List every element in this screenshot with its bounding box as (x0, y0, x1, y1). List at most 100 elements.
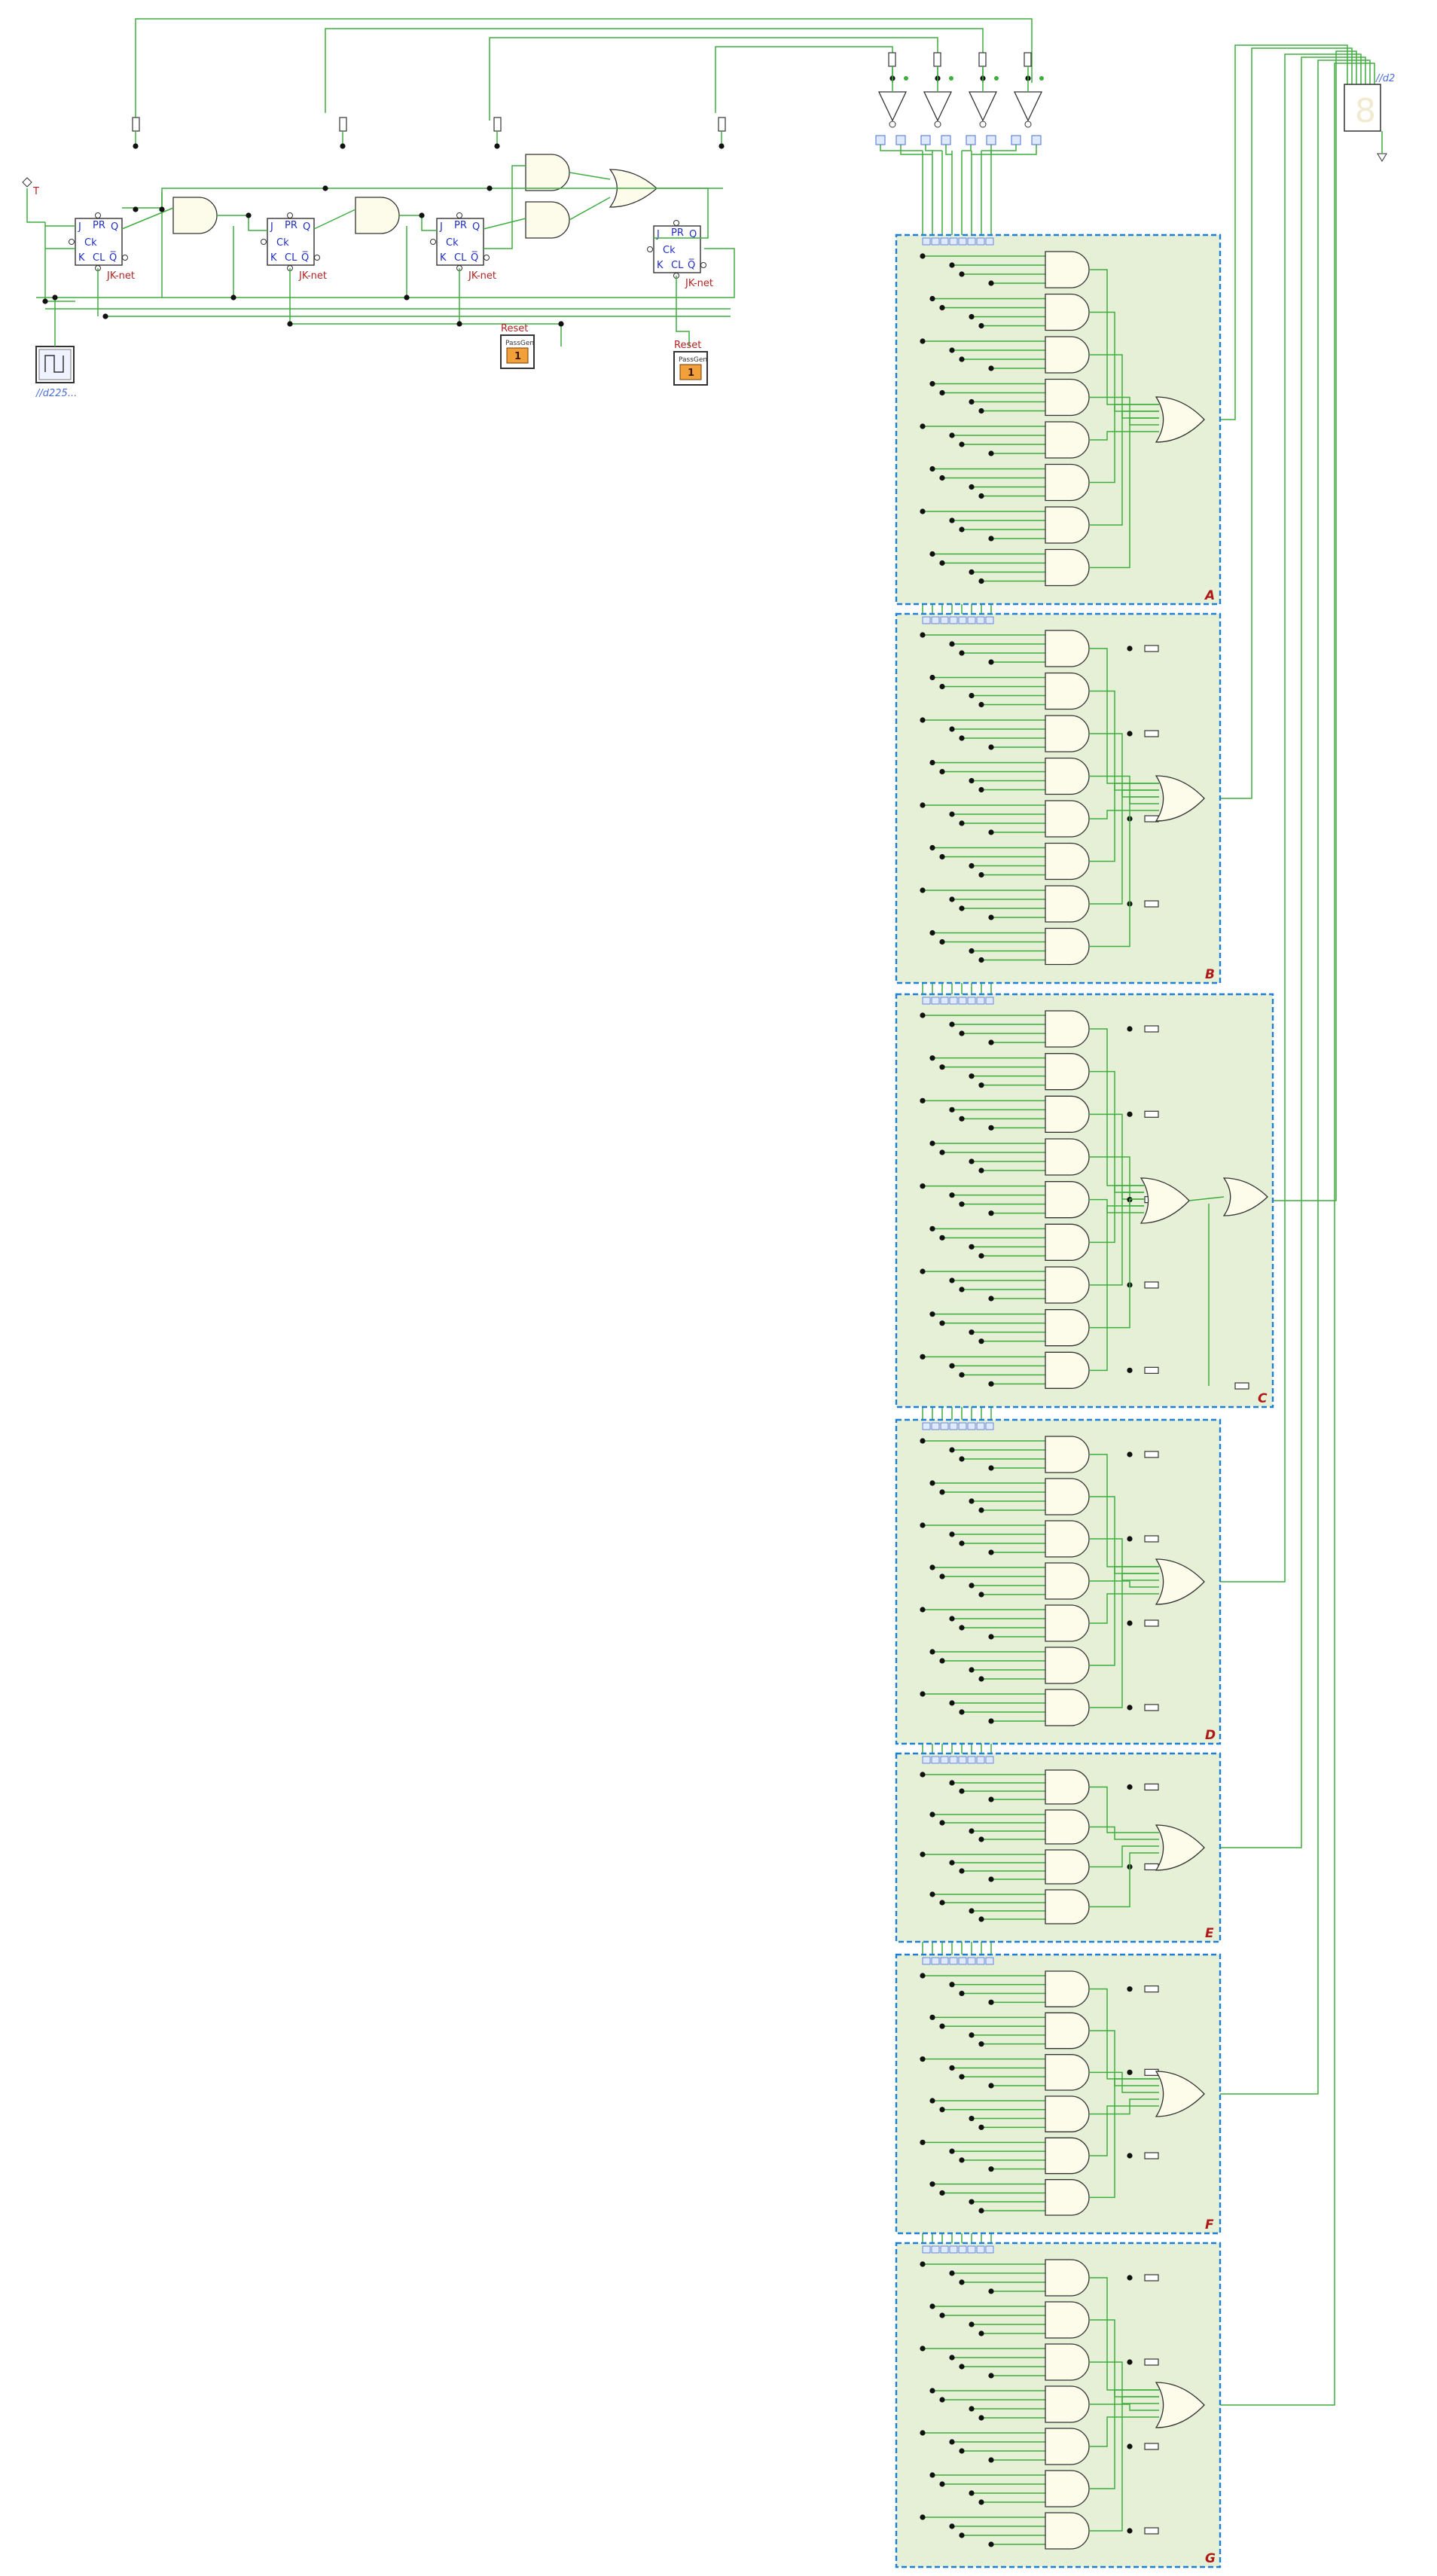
input-node-label: T (32, 186, 39, 197)
probe-terminal[interactable] (1144, 900, 1159, 908)
junction-dot (978, 2208, 984, 2214)
jk-flip-flop[interactable]: J PR QCkK CL Q̅JK-net (647, 220, 714, 290)
probe-terminal[interactable] (1144, 730, 1159, 737)
probe-terminal[interactable] (1144, 2274, 1159, 2281)
wire (44, 222, 75, 302)
junction-dot (929, 551, 935, 557)
probe-terminal[interactable] (1144, 2152, 1159, 2159)
probe-terminal[interactable] (1144, 1366, 1159, 1374)
probe-terminal[interactable] (339, 117, 347, 132)
probe-terminal[interactable] (1144, 645, 1159, 652)
junction-dot (969, 313, 975, 320)
junction-dot (969, 1667, 975, 1673)
junction-dot (969, 862, 975, 869)
circuit-canvas: T//d225...J PR QCkK CL Q̅JK-netJ PR QCkK CL Q̅JK… (22, 18, 1395, 2568)
probe-terminal[interactable] (1144, 1535, 1159, 1543)
and-gate (1045, 1889, 1090, 1924)
reset-button[interactable]: Reset PassGen 1 (500, 323, 535, 369)
junction-dot (988, 914, 994, 920)
and-gate (1045, 842, 1090, 881)
junction-dot (920, 2056, 926, 2062)
junction-dot (929, 1055, 935, 1061)
junction-dot (456, 321, 462, 327)
junction-dot (969, 1498, 975, 1504)
junction-dot (42, 298, 48, 304)
probe-terminal[interactable] (1144, 2443, 1159, 2450)
jk-flip-flop[interactable]: J PR QCkK CL Q̅JK-net (261, 212, 328, 282)
bus-pin (931, 1422, 940, 1430)
junction-dot (920, 1851, 926, 1857)
block-letter: B (1205, 967, 1215, 982)
wire (900, 145, 932, 155)
reset-title: Reset (501, 323, 528, 334)
junction-dot (920, 1691, 926, 1697)
junction-dot (340, 143, 346, 149)
reset-value: 1 (514, 351, 521, 362)
wire (217, 215, 267, 231)
junction-dot (1127, 1620, 1133, 1626)
clock-bubble (261, 239, 267, 245)
junction-dot (939, 1489, 945, 1495)
probe-terminal[interactable] (1144, 2358, 1159, 2366)
junction-dot (929, 2181, 935, 2187)
jk-flip-flop[interactable]: J PR QCkK CL Q̅JK-net (69, 212, 136, 282)
junction-dot (988, 659, 994, 665)
junction-dot (52, 295, 58, 301)
probe-terminal[interactable] (1144, 1783, 1159, 1791)
junction-dot (959, 356, 965, 362)
junction-dot (1127, 1536, 1133, 1542)
junction-dot (718, 143, 725, 149)
probe-terminal[interactable] (1144, 1704, 1159, 1711)
junction-dot (939, 2397, 945, 2403)
junction-dot (1127, 2153, 1133, 2159)
junction-dot (920, 2430, 926, 2436)
bus-pin (958, 1422, 967, 1430)
probe-terminal[interactable] (718, 117, 726, 132)
input-node[interactable] (22, 177, 32, 188)
junction-dot (988, 1381, 994, 1387)
counter-section: T//d225...J PR QCkK CL Q̅JK-netJ PR QCkK CL Q̅JK… (22, 117, 735, 399)
junction-dot (929, 1311, 935, 1317)
probe-terminal[interactable] (1144, 1281, 1159, 1289)
probe-terminal[interactable] (1144, 1451, 1159, 1458)
junction-dot (988, 2166, 994, 2172)
probe-terminal[interactable] (132, 117, 140, 132)
junction-dot (969, 1073, 975, 1079)
junction-dot (969, 484, 975, 490)
junction-dot (988, 2288, 994, 2294)
junction-dot (959, 1625, 965, 1631)
pin-pr: PR (285, 220, 297, 231)
probe-terminal[interactable] (1144, 1025, 1159, 1033)
clock-bubble (647, 246, 653, 252)
jk-flip-flop[interactable]: J PR QCkK CL Q̅JK-net (430, 212, 497, 282)
probe-terminal[interactable] (493, 117, 502, 132)
probe-terminal[interactable] (1144, 2527, 1159, 2535)
probe-terminal[interactable] (1234, 1382, 1249, 1390)
junction-dot (988, 1718, 994, 1724)
probe-terminal[interactable] (1144, 1619, 1159, 1627)
junction-dot (939, 1900, 945, 1906)
junction-dot (1127, 1451, 1133, 1457)
decoder-block-f: F (895, 1953, 1222, 2235)
bus-pin (940, 2245, 949, 2254)
junction-dot (988, 1634, 994, 1640)
probe-terminal[interactable] (978, 52, 987, 67)
bus-pin (976, 1957, 985, 1965)
bus-pin (958, 1957, 967, 1965)
bus-pin (1031, 135, 1042, 145)
junction-dot (949, 1192, 955, 1198)
probe-terminal[interactable] (1144, 1110, 1159, 1118)
probe-terminal[interactable] (933, 52, 941, 67)
bus-pin (986, 135, 996, 145)
junction-dot (969, 1908, 975, 1914)
probe-terminal[interactable] (1024, 52, 1032, 67)
bus-pin (949, 1422, 958, 1430)
wire (991, 145, 1037, 155)
probe-terminal[interactable] (1144, 1985, 1159, 1993)
junction-dot (558, 321, 564, 327)
junction-dot (929, 2098, 935, 2104)
probe-terminal[interactable] (888, 52, 896, 67)
junction-dot (159, 206, 165, 212)
reset-button[interactable]: Reset PassGen 1 (673, 340, 708, 386)
junction-dot (969, 2115, 975, 2122)
